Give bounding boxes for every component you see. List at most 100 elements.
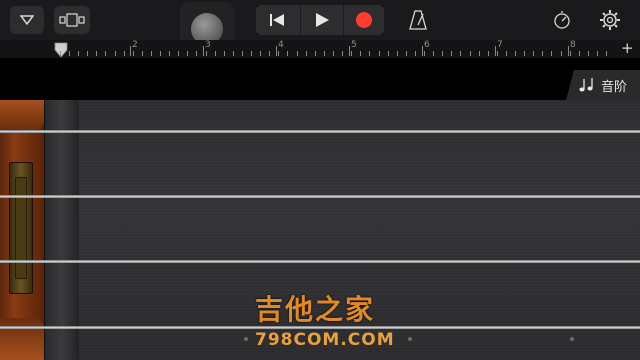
- grain-line: [78, 269, 640, 270]
- ruler-tick: [78, 51, 79, 56]
- grain-line: [78, 209, 640, 210]
- tempo-gauge-icon: [552, 10, 572, 30]
- ruler-tick: [287, 51, 288, 56]
- plate-inset: [15, 177, 27, 279]
- grain-line: [78, 146, 640, 147]
- ruler-tick: [215, 51, 216, 56]
- ruler-major-tick: [422, 46, 423, 56]
- grain-line: [78, 107, 640, 108]
- play-button[interactable]: [300, 5, 344, 35]
- watermark-text: 吉他之家: [255, 288, 375, 328]
- grain-line: [78, 281, 640, 282]
- grain-line: [78, 155, 640, 156]
- grain-line: [78, 158, 640, 159]
- timeline-ruler[interactable]: 2 3 4 5 6 7 8 +: [0, 40, 640, 58]
- metronome-icon: [409, 10, 427, 30]
- grain-line: [78, 152, 640, 153]
- grain-line: [78, 182, 640, 183]
- grain-line: [78, 221, 640, 222]
- grain-line: [78, 263, 640, 264]
- ruler-tick: [160, 51, 161, 56]
- ruler-tick: [278, 51, 279, 56]
- ornament-plate: [9, 162, 33, 294]
- ruler-tick: [506, 51, 507, 56]
- grain-line: [78, 272, 640, 273]
- gear-icon: [599, 9, 621, 31]
- grain-line: [78, 257, 640, 258]
- control-bar: [0, 0, 640, 40]
- view-toggle-button[interactable]: [54, 6, 90, 34]
- ruler-label-3: 3: [205, 40, 211, 50]
- grain-line: [78, 224, 640, 225]
- ruler-tick: [406, 51, 407, 56]
- grain-line: [78, 149, 640, 150]
- grain-line: [78, 164, 640, 165]
- ruler-tick: [379, 51, 380, 56]
- ruler-tick: [178, 51, 179, 56]
- ruler-tick: [360, 51, 361, 56]
- string-2[interactable]: [0, 195, 640, 198]
- music-notes-icon: [579, 77, 597, 93]
- ruler-tick: [142, 51, 143, 56]
- add-section-button[interactable]: +: [621, 40, 634, 56]
- ruler-tick: [260, 51, 261, 56]
- ruler-tick: [69, 51, 70, 56]
- scale-button[interactable]: 音阶: [566, 70, 640, 100]
- ruler-label-6: 6: [424, 40, 430, 50]
- string-3[interactable]: [0, 260, 640, 263]
- transport-group: [256, 5, 384, 35]
- triangle-down-icon: [20, 15, 34, 25]
- ruler-major-tick: [568, 46, 569, 56]
- ruler-tick: [388, 51, 389, 56]
- grain-line: [78, 119, 640, 120]
- track-strip: [0, 58, 640, 100]
- grain-line: [78, 176, 640, 177]
- grain-line: [78, 251, 640, 252]
- grain-line: [78, 116, 640, 117]
- ruler-tick: [342, 51, 343, 56]
- grain-line: [78, 122, 640, 123]
- ruler-tick: [297, 51, 298, 56]
- settings-button[interactable]: [596, 6, 624, 34]
- ruler-tick: [351, 51, 352, 56]
- ruler-tick: [570, 51, 571, 56]
- ruler-tick: [133, 51, 134, 56]
- string-1[interactable]: [0, 130, 640, 133]
- ruler-tick: [333, 51, 334, 56]
- ruler-tick: [169, 51, 170, 56]
- ruler-tick: [187, 51, 188, 56]
- ruler-label-2: 2: [132, 40, 138, 50]
- grain-line: [78, 128, 640, 129]
- ruler-tick: [397, 51, 398, 56]
- dropdown-button[interactable]: [10, 6, 44, 34]
- ruler-tick: [488, 51, 489, 56]
- ruler-tick: [269, 51, 270, 56]
- ruler-tick: [315, 51, 316, 56]
- tempo-button[interactable]: [548, 6, 576, 34]
- record-button[interactable]: [344, 5, 384, 35]
- skip-back-icon: [269, 13, 285, 27]
- grain-line: [78, 134, 640, 135]
- ruler-tick: [115, 51, 116, 56]
- fret-marker: [570, 337, 574, 341]
- ruler-tick: [124, 51, 125, 56]
- grain-line: [78, 284, 640, 285]
- ruler-tick: [551, 51, 552, 56]
- watermark-url: 798COM.COM: [255, 330, 395, 350]
- ruler-tick: [233, 51, 234, 56]
- grain-line: [78, 206, 640, 207]
- playhead-icon[interactable]: [54, 42, 68, 58]
- grain-line: [78, 161, 640, 162]
- grain-line: [78, 350, 640, 351]
- metronome-button[interactable]: [404, 6, 432, 34]
- ruler-major-tick: [495, 46, 496, 56]
- fret-marker: [408, 337, 412, 341]
- grain-line: [78, 230, 640, 231]
- grain-line: [78, 242, 640, 243]
- go-to-start-button[interactable]: [256, 5, 298, 35]
- grain-line: [78, 137, 640, 138]
- grain-line: [78, 188, 640, 189]
- head-bottom-curve: [0, 318, 44, 360]
- grain-line: [78, 278, 640, 279]
- scale-button-label: 音阶: [601, 76, 627, 95]
